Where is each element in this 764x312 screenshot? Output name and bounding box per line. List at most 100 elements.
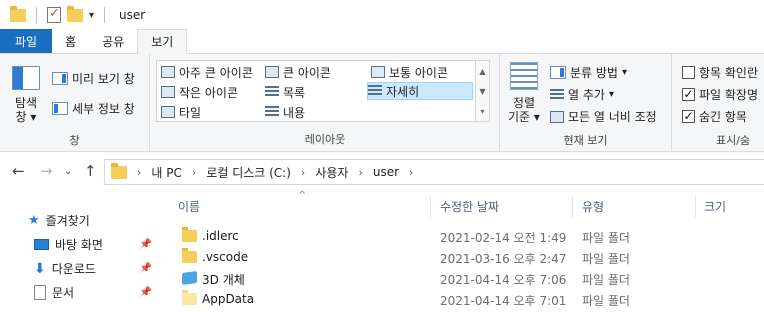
hidden-items-label: 숨긴 항목 xyxy=(699,110,747,124)
tab-share[interactable]: 공유 xyxy=(89,29,137,53)
navigation-pane-button[interactable]: 탐색 창 ▾ xyxy=(12,66,40,124)
tab-file[interactable]: 파일 xyxy=(0,29,53,53)
new-folder-icon[interactable] xyxy=(67,5,83,22)
layout-item-label: 작은 아이콘 xyxy=(179,85,239,100)
tiles-icon xyxy=(161,106,175,118)
tab-view[interactable]: 보기 xyxy=(137,29,188,54)
file-type: 파일 폴더 xyxy=(582,252,630,266)
column-divider[interactable] xyxy=(695,196,696,218)
file-type: 파일 폴더 xyxy=(582,273,630,287)
preview-pane-button[interactable]: 미리 보기 창 xyxy=(52,70,135,87)
file-name: .idlerc xyxy=(202,229,239,243)
address-bar[interactable]: › 내 PC › 로컬 디스크 (C:) › 사용자 › user › xyxy=(104,159,764,185)
group-by-icon xyxy=(550,66,566,79)
breadcrumb-local-disk[interactable]: 로컬 디스크 (C:) xyxy=(206,164,291,181)
group-by-button[interactable]: 분류 방법 ▾ xyxy=(550,64,627,81)
nav-item-desktop[interactable]: 바탕 화면 📌 xyxy=(34,236,158,253)
size-columns-icon xyxy=(550,110,564,123)
navigation-bar: ← → ⌄ ↑ › 내 PC › 로컬 디스크 (C:) › 사용자 › use… xyxy=(0,152,764,192)
layout-tiles[interactable]: 타일 xyxy=(161,103,205,121)
properties-icon[interactable] xyxy=(47,6,61,23)
details-pane-button[interactable]: 세부 정보 창 xyxy=(52,100,135,117)
nav-quick-access[interactable]: ★ 즐겨찾기 xyxy=(28,212,90,229)
divider xyxy=(36,7,37,23)
layout-medium-icons[interactable]: 보통 아이콘 xyxy=(371,63,452,81)
file-extensions-toggle[interactable]: 파일 확장명 xyxy=(682,86,758,103)
breadcrumb-separator-icon[interactable]: › xyxy=(192,166,196,179)
show-hide-group: 항목 확인란 파일 확장명 숨긴 항목 표시/숨 xyxy=(672,54,764,152)
hidden-items-toggle[interactable]: 숨긴 항목 xyxy=(682,108,747,125)
checkbox-checked[interactable] xyxy=(682,88,695,101)
breadcrumb-separator-icon[interactable]: › xyxy=(301,166,305,179)
layout-large-icons[interactable]: 큰 아이콘 xyxy=(265,63,335,81)
folder-icon xyxy=(10,5,26,22)
forward-arrow-icon[interactable]: → xyxy=(40,162,53,180)
small-icons-icon xyxy=(161,86,175,98)
table-row[interactable]: .vscode 2021-03-16 오후 2:47 파일 폴더 xyxy=(160,247,764,268)
window-title: user xyxy=(119,8,146,22)
layout-gallery-scroller[interactable]: ▲ ▼ ▾ xyxy=(475,61,489,121)
sort-ascending-icon: ^ xyxy=(298,190,307,201)
column-header-date[interactable]: 수정한 날짜 xyxy=(440,198,499,215)
checkbox-unchecked[interactable] xyxy=(682,66,695,79)
ribbon-tabs: 파일 홈 공유 보기 xyxy=(0,29,764,54)
nav-item-label: 다운로드 xyxy=(51,262,96,276)
checkbox-checked[interactable] xyxy=(682,110,695,123)
file-extensions-label: 파일 확장명 xyxy=(699,88,759,102)
item-checkboxes-toggle[interactable]: 항목 확인란 xyxy=(682,64,758,81)
pin-icon: 📌 xyxy=(139,263,152,274)
layout-item-label: 타일 xyxy=(179,105,202,120)
layout-list[interactable]: 목록 xyxy=(265,83,309,101)
breadcrumb-separator-icon[interactable]: › xyxy=(358,166,362,179)
3d-objects-icon xyxy=(182,270,197,286)
size-all-columns-button[interactable]: 모든 열 너비 조정 xyxy=(550,108,657,125)
pin-icon: 📌 xyxy=(139,287,152,298)
details-pane-icon xyxy=(52,102,68,115)
layout-extra-large-icons[interactable]: 아주 큰 아이콘 xyxy=(161,63,257,81)
breadcrumb-separator-icon[interactable]: › xyxy=(409,166,413,179)
column-header-type[interactable]: 유형 xyxy=(582,198,604,215)
large-icons-icon xyxy=(265,66,279,78)
scroll-down-icon[interactable]: ▼ xyxy=(479,87,485,96)
navigation-pane-icon xyxy=(12,66,40,90)
file-name: 3D 개체 xyxy=(202,273,245,287)
breadcrumb-users[interactable]: 사용자 xyxy=(315,164,348,181)
nav-quick-access-label: 즐겨찾기 xyxy=(45,214,90,228)
layout-small-icons[interactable]: 작은 아이콘 xyxy=(161,83,242,101)
breadcrumb-separator-icon[interactable]: › xyxy=(137,166,141,179)
panes-group: 탐색 창 ▾ 미리 보기 창 세부 정보 창 창 xyxy=(0,54,150,152)
sort-by-label-1: 정렬 xyxy=(512,96,536,110)
nav-item-documents[interactable]: 문서 📌 xyxy=(34,284,158,301)
file-type: 파일 폴더 xyxy=(582,231,630,245)
tab-home[interactable]: 홈 xyxy=(52,29,89,53)
navigation-pane-label-1: 탐색 xyxy=(14,96,38,110)
navigation-pane-label-2: 창 ▾ xyxy=(15,110,37,124)
column-header-name[interactable]: 이름 xyxy=(178,198,200,215)
expand-gallery-icon[interactable]: ▾ xyxy=(480,107,484,116)
scroll-up-icon[interactable]: ▲ xyxy=(479,67,485,76)
layout-item-label: 큰 아이콘 xyxy=(283,65,331,80)
table-row[interactable]: .idlerc 2021-02-14 오전 1:49 파일 폴더 xyxy=(160,226,764,247)
details-icon xyxy=(368,85,382,97)
recent-locations-chevron-icon[interactable]: ⌄ xyxy=(64,166,72,177)
back-arrow-icon[interactable]: ← xyxy=(12,162,25,180)
table-row[interactable]: 3D 개체 2021-04-14 오후 7:06 파일 폴더 xyxy=(160,268,764,289)
layout-details[interactable]: 자세히 xyxy=(367,82,473,100)
sort-by-button[interactable]: 정렬 기준 ▾ xyxy=(508,62,540,124)
nav-item-downloads[interactable]: ⬇ 다운로드 📌 xyxy=(34,260,158,277)
column-divider[interactable] xyxy=(430,196,431,218)
column-divider[interactable] xyxy=(572,196,573,218)
layout-group-label: 레이아웃 xyxy=(304,133,346,146)
breadcrumb-this-pc[interactable]: 내 PC xyxy=(151,164,181,181)
column-header-size[interactable]: 크기 xyxy=(704,198,726,215)
layout-item-label: 내용 xyxy=(283,105,306,120)
table-row[interactable]: AppData 2021-04-14 오후 7:01 파일 폴더 xyxy=(160,289,764,310)
chevron-down-icon: ▾ xyxy=(608,89,614,100)
sort-by-icon xyxy=(509,62,538,90)
layout-content[interactable]: 내용 xyxy=(265,103,309,121)
customize-toolbar-dropdown-icon[interactable]: ▾ xyxy=(89,10,94,21)
layout-item-label: 아주 큰 아이콘 xyxy=(179,65,253,80)
add-columns-button[interactable]: 열 추가 ▾ xyxy=(550,86,614,103)
breadcrumb-user[interactable]: user xyxy=(373,165,399,179)
up-arrow-icon[interactable]: ↑ xyxy=(84,162,97,180)
